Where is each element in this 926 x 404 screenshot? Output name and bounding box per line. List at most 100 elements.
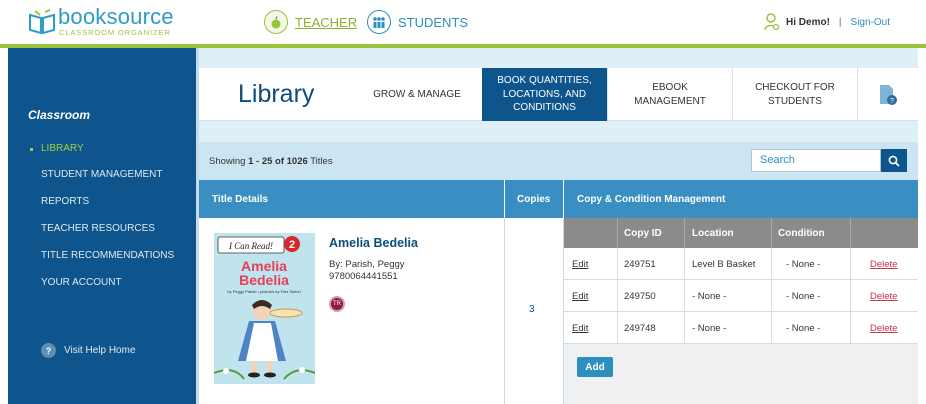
header-copies: Copies bbox=[517, 194, 551, 205]
tr-badge-icon: TR bbox=[329, 296, 345, 312]
copy-id: 249751 bbox=[624, 259, 656, 270]
results-suffix: Titles bbox=[307, 156, 333, 167]
subheader-location: Location bbox=[692, 228, 734, 239]
help-question-icon: ? bbox=[41, 343, 56, 358]
book-author: By: Parish, Peggy bbox=[329, 259, 405, 270]
sidebar-item-student-management[interactable]: STUDENT MANAGEMENT bbox=[41, 169, 163, 180]
cell-divider bbox=[771, 280, 772, 311]
column-divider bbox=[504, 218, 505, 404]
results-range: 1 - 25 of 1026 bbox=[248, 156, 308, 167]
cell-divider bbox=[771, 312, 772, 343]
cell-divider bbox=[771, 248, 772, 279]
copy-location: - None - bbox=[692, 323, 727, 334]
page-title: Library bbox=[238, 80, 315, 108]
subheader-condition: Condition bbox=[778, 228, 825, 239]
user-area: Hi Demo! | Sign-Out bbox=[764, 12, 890, 32]
main-content: Library GROW & MANAGE BOOK QUANTITIES, L… bbox=[199, 48, 926, 404]
brand-tagline: CLASSROOM ORGANIZER bbox=[59, 28, 171, 37]
subtable-header: Copy ID Location Condition bbox=[564, 218, 918, 248]
book-title-link[interactable]: Amelia Bedelia bbox=[329, 236, 418, 250]
user-icon bbox=[764, 13, 780, 31]
apple-icon bbox=[264, 10, 288, 34]
cell-divider bbox=[684, 280, 685, 311]
sidebar-item-teacher-resources[interactable]: TEACHER RESOURCES bbox=[41, 223, 155, 234]
tab-checkout-students[interactable]: CHECKOUT FOR STUDENTS bbox=[733, 68, 857, 121]
delete-link[interactable]: Delete bbox=[870, 291, 897, 302]
students-label: STUDENTS bbox=[398, 14, 469, 30]
sign-out-link[interactable]: Sign-Out bbox=[851, 17, 890, 28]
copy-id: 249750 bbox=[624, 291, 656, 302]
sidebar: Classroom LIBRARY STUDENT MANAGEMENT REP… bbox=[8, 48, 196, 404]
header-copy-management: Copy & Condition Management bbox=[577, 194, 726, 205]
copy-row: Edit 249750 - None - - None - Delete bbox=[564, 280, 918, 312]
students-nav-link[interactable]: STUDENTS bbox=[367, 9, 468, 35]
delete-link[interactable]: Delete bbox=[870, 259, 897, 270]
results-count: Showing 1 - 25 of 1026 Titles bbox=[209, 156, 333, 167]
help-label: Visit Help Home bbox=[64, 345, 136, 356]
teacher-label: TEACHER bbox=[295, 14, 358, 30]
tab-ebook-management[interactable]: EBOOK MANAGEMENT bbox=[608, 68, 732, 121]
book-cover-image[interactable]: I Can Read! 2 Amelia Bedelia by Peggy Pa… bbox=[214, 233, 315, 384]
table-header: Title Details Copies Copy & Condition Ma… bbox=[199, 180, 918, 218]
header-divider bbox=[504, 180, 505, 218]
cover-level: 2 bbox=[289, 239, 295, 251]
cell-divider bbox=[850, 312, 851, 343]
tab-grow-manage[interactable]: GROW & MANAGE bbox=[367, 68, 467, 121]
copy-row: Edit 249751 Level B Basket - None - Dele… bbox=[564, 248, 918, 280]
copy-location: - None - bbox=[692, 291, 727, 302]
results-prefix: Showing bbox=[209, 156, 249, 167]
search-button[interactable] bbox=[881, 149, 907, 172]
cell-divider bbox=[617, 312, 618, 343]
booksource-logo[interactable]: booksource CLASSROOM ORGANIZER bbox=[28, 4, 188, 40]
cell-divider bbox=[684, 312, 685, 343]
cell-divider bbox=[850, 248, 851, 279]
open-book-icon bbox=[29, 9, 55, 35]
header-title-details: Title Details bbox=[212, 194, 268, 205]
copy-row: Edit 249748 - None - - None - Delete bbox=[564, 312, 918, 344]
visit-help-link[interactable]: ? Visit Help Home bbox=[41, 343, 136, 358]
book-isbn: 9780064441551 bbox=[329, 271, 398, 282]
copy-condition-table: Copy ID Location Condition Edit 249751 L… bbox=[564, 218, 918, 404]
edit-link[interactable]: Edit bbox=[572, 323, 588, 334]
copy-condition: - None - bbox=[786, 291, 821, 302]
delete-link[interactable]: Delete bbox=[870, 323, 897, 334]
active-bullet-icon bbox=[30, 148, 33, 151]
add-copy-button[interactable]: Add bbox=[577, 357, 613, 377]
library-tabs: Library GROW & MANAGE BOOK QUANTITIES, L… bbox=[199, 68, 918, 121]
sidebar-item-library[interactable]: LIBRARY bbox=[41, 143, 84, 154]
cover-byline: by Peggy Parish • pictures by Fritz Sieb… bbox=[227, 289, 300, 294]
header-divider bbox=[563, 180, 564, 218]
spacer-band bbox=[199, 121, 918, 142]
copy-condition: - None - bbox=[786, 259, 821, 270]
edit-link[interactable]: Edit bbox=[572, 291, 588, 302]
copy-location: Level B Basket bbox=[692, 259, 756, 270]
teacher-nav-link[interactable]: TEACHER bbox=[264, 9, 357, 35]
cell-divider bbox=[617, 248, 618, 279]
students-group-icon bbox=[367, 10, 391, 34]
edit-link[interactable]: Edit bbox=[572, 259, 588, 270]
sidebar-item-title-recommendations[interactable]: TITLE RECOMMENDATIONS bbox=[41, 250, 174, 261]
subheader-copy-id: Copy ID bbox=[624, 228, 662, 239]
cell-divider bbox=[617, 280, 618, 311]
top-band bbox=[199, 48, 918, 68]
sidebar-title: Classroom bbox=[28, 108, 91, 122]
sidebar-item-your-account[interactable]: YOUR ACCOUNT bbox=[41, 277, 122, 288]
user-greeting: Hi Demo! bbox=[786, 16, 830, 28]
sidebar-item-reports[interactable]: REPORTS bbox=[41, 196, 89, 207]
document-help-icon[interactable]: ? bbox=[858, 68, 918, 121]
search-input[interactable]: Search bbox=[751, 149, 881, 172]
copy-condition: - None - bbox=[786, 323, 821, 334]
subheader-divider bbox=[684, 218, 685, 248]
brand-name: booksource bbox=[58, 4, 174, 29]
cell-divider bbox=[684, 248, 685, 279]
subheader-divider bbox=[850, 218, 851, 248]
svg-text:?: ? bbox=[890, 98, 894, 105]
copies-count: 3 bbox=[529, 304, 535, 315]
results-bar: Showing 1 - 25 of 1026 Titles Search bbox=[199, 142, 918, 180]
tab-book-quantities[interactable]: BOOK QUANTITIES, LOCATIONS, AND CONDITIO… bbox=[482, 68, 607, 121]
search-icon bbox=[888, 155, 900, 167]
cover-title-2: Bedelia bbox=[239, 272, 289, 288]
table-row: I Can Read! 2 Amelia Bedelia by Peggy Pa… bbox=[199, 218, 918, 404]
subheader-divider bbox=[617, 218, 618, 248]
user-separator: | bbox=[838, 16, 842, 28]
